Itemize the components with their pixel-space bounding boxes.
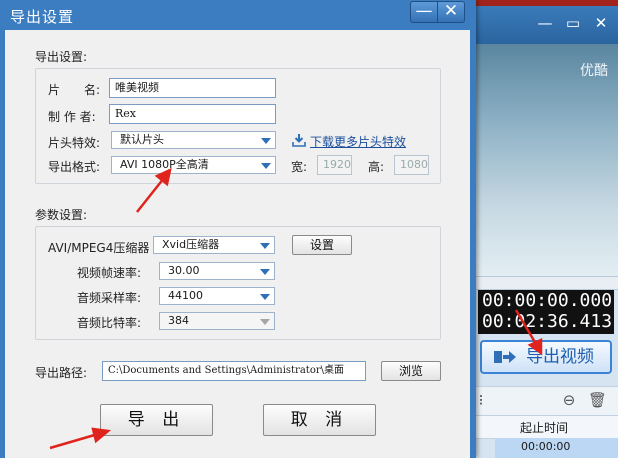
intro-effect-value: 默认片头 <box>120 133 164 146</box>
format-select[interactable]: AVI 1080P全高清 <box>111 156 276 174</box>
chevron-down-icon <box>261 163 271 169</box>
current-time: 00:00:00.000 <box>482 290 613 311</box>
codec-label: AVI/MPEG4压缩器 <box>48 241 150 255</box>
clip-list-row[interactable]: 00:00:00 <box>495 438 618 458</box>
browse-button[interactable]: 浏览 <box>381 361 441 381</box>
preview-scrollbar[interactable] <box>470 276 618 290</box>
height-field[interactable]: 1080 <box>394 155 429 175</box>
height-label: 高: <box>368 160 385 174</box>
video-preview: 优酷 <box>470 44 618 276</box>
dialog-close-icon[interactable]: ✕ <box>437 1 465 23</box>
cancel-button[interactable]: 取 消 <box>263 404 376 436</box>
width-label: 宽: <box>291 160 308 174</box>
chevron-down-icon <box>260 319 270 325</box>
export-path-field[interactable]: C:\Documents and Settings\Administrator\… <box>102 361 366 381</box>
dialog-title: 导出设置 <box>10 8 75 26</box>
video-watermark: 优酷 <box>580 63 608 79</box>
codec-settings-button[interactable]: 设置 <box>292 235 352 255</box>
clip-row-time: 00:00:00 <box>521 440 571 453</box>
chevron-down-icon <box>260 294 270 300</box>
name-label: 片 名: <box>48 83 101 97</box>
sample-rate-select[interactable]: 44100 <box>159 287 275 305</box>
export-video-button[interactable]: 导出视频 <box>480 340 612 374</box>
bg-title-bar: — ▭ ✕ <box>470 0 618 44</box>
chevron-down-icon <box>260 243 270 249</box>
export-settings-dialog: 导出设置 — ✕ 导出设置: 片 名: 唯美视频 制 作 者: Rex 片头特效… <box>0 0 476 458</box>
fps-select[interactable]: 30.00 <box>159 262 275 280</box>
timecode-display: 00:00:00.000 00:02:36.413 <box>478 290 614 334</box>
bg-minimize-icon[interactable]: — <box>534 12 556 34</box>
name-field[interactable]: 唯美视频 <box>109 78 276 98</box>
fps-value: 30.00 <box>168 264 200 277</box>
chevron-down-icon <box>261 138 271 144</box>
bg-close-icon[interactable]: ✕ <box>590 12 612 34</box>
back-circle-icon[interactable]: ⊖ <box>560 391 578 409</box>
intro-effect-label: 片头特效: <box>48 136 101 150</box>
export-video-icon <box>494 351 516 363</box>
export-button[interactable]: 导 出 <box>100 404 213 436</box>
download-more-intro-link[interactable]: 下载更多片头特效 <box>310 133 406 150</box>
bitrate-label: 音频比特率: <box>77 316 142 330</box>
width-field[interactable]: 1920 <box>317 155 352 175</box>
format-label: 导出格式: <box>48 160 101 174</box>
codec-value: Xvid压缩器 <box>162 238 220 251</box>
sample-rate-label: 音频采样率: <box>77 291 142 305</box>
download-icon <box>292 134 306 147</box>
dialog-body: 导出设置: 片 名: 唯美视频 制 作 者: Rex 片头特效: 默认片头 下载… <box>5 30 470 458</box>
sample-rate-value: 44100 <box>168 289 203 302</box>
dialog-minimize-icon[interactable]: — <box>410 1 438 23</box>
fps-label: 视频帧速率: <box>77 266 142 280</box>
export-path-label: 导出路径: <box>35 366 88 380</box>
bg-red-strip <box>470 0 618 6</box>
bitrate-value: 384 <box>168 314 189 327</box>
clip-list-header: 起止时间 <box>470 415 618 439</box>
bitrate-select[interactable]: 384 <box>159 312 275 330</box>
intro-effect-select[interactable]: 默认片头 <box>111 131 276 149</box>
column-header-time: 起止时间 <box>520 421 569 435</box>
chevron-down-icon <box>260 269 270 275</box>
param-settings-heading: 参数设置: <box>35 208 88 222</box>
export-video-label: 导出视频 <box>526 347 594 367</box>
format-value: AVI 1080P全高清 <box>120 158 209 171</box>
codec-select[interactable]: Xvid压缩器 <box>153 236 275 254</box>
background-app-window: — ▭ ✕ 优酷 00:00:00.000 00:02:36.413 导出视频 … <box>470 0 618 458</box>
author-field[interactable]: Rex <box>109 104 276 124</box>
trash-icon[interactable]: 🗑 <box>588 391 607 409</box>
export-settings-heading: 导出设置: <box>35 50 88 64</box>
bg-maximize-icon[interactable]: ▭ <box>562 12 584 34</box>
total-time: 00:02:36.413 <box>482 311 613 332</box>
author-label: 制 作 者: <box>48 110 96 124</box>
clip-toolbar: ⁝ ⊖ 🗑 <box>470 386 618 415</box>
